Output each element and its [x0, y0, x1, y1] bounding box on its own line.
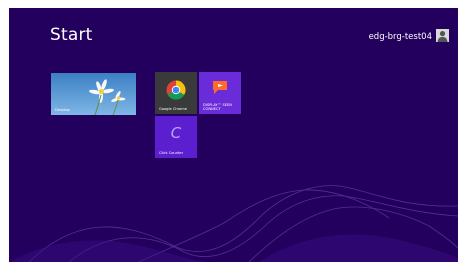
- user-silhouette-icon[interactable]: [436, 29, 449, 42]
- tile-label: Desktop: [55, 107, 70, 112]
- tile-google-chrome[interactable]: Google Chrome: [155, 72, 197, 114]
- tile-label: Google Chrome: [159, 106, 187, 111]
- chrome-logo-icon: [166, 80, 186, 100]
- start-screen: Start edg-brg-test04 Desktop Google Chro…: [9, 8, 458, 262]
- flag-logo-icon: [213, 81, 227, 94]
- tile-displayseen-connect[interactable]: DISPLAY™ SEEN CONNECT: [199, 72, 241, 114]
- letter-c-icon: C: [171, 124, 182, 142]
- svg-text:C: C: [171, 124, 182, 142]
- tile-label: DISPLAY™ SEEN CONNECT: [203, 102, 232, 111]
- background-waves-decoration: [9, 185, 458, 262]
- tile-label: Click Counter: [159, 150, 184, 155]
- start-title: Start: [50, 25, 93, 45]
- tile-desktop[interactable]: Desktop: [51, 73, 136, 115]
- tile-click-counter[interactable]: C Click Counter: [155, 116, 197, 158]
- user-name[interactable]: edg-brg-test04: [369, 32, 432, 42]
